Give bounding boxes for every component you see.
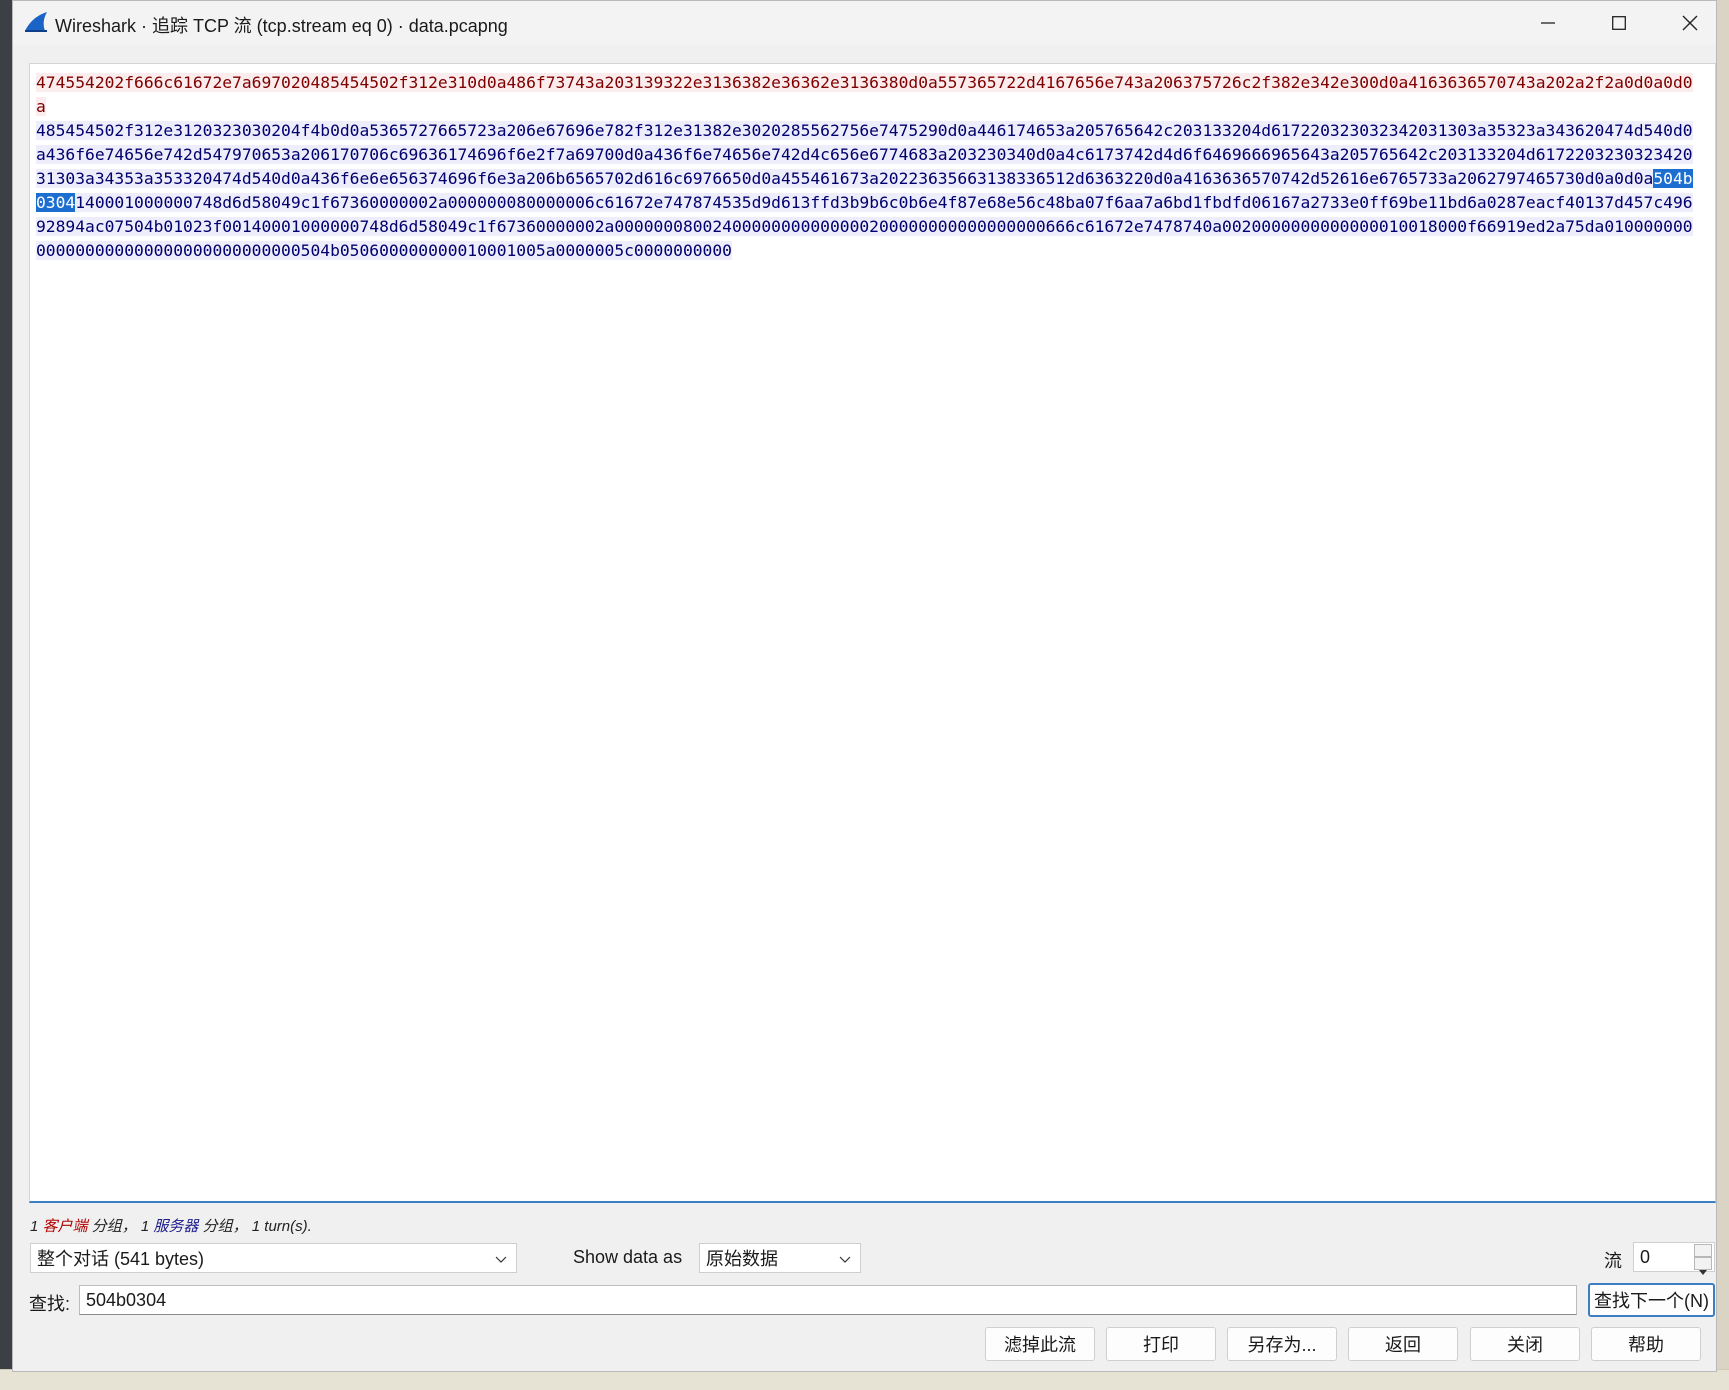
stream-content-view[interactable]: 474554202f666c61672e7a697020485454502f31… <box>29 63 1716 1203</box>
close-window-button[interactable] <box>1655 1 1725 45</box>
spin-down-button[interactable] <box>1694 1257 1712 1275</box>
print-button[interactable]: 打印 <box>1106 1327 1216 1361</box>
chevron-down-icon <box>495 1256 507 1263</box>
desktop-background-left <box>0 0 12 1389</box>
maximize-button[interactable] <box>1584 1 1654 45</box>
close-button[interactable]: 关闭 <box>1470 1327 1580 1361</box>
stream-text[interactable]: 474554202f666c61672e7a697020485454502f31… <box>36 71 1696 263</box>
minimize-icon <box>1541 22 1555 24</box>
data-format-select[interactable]: 原始数据 <box>699 1243 861 1273</box>
title-bar: Wireshark · 追踪 TCP 流 (tcp.stream eq 0) ·… <box>13 1 1716 45</box>
turns-count: 1 turn(s). <box>251 1218 312 1235</box>
stream-number-label: 流 <box>1604 1251 1622 1271</box>
back-button[interactable]: 返回 <box>1348 1327 1458 1361</box>
show-data-as-label: Show data as <box>573 1247 683 1267</box>
client-label: 客户端 <box>42 1218 88 1235</box>
stream-number-spinbox[interactable]: 0 <box>1633 1242 1715 1275</box>
server-data-after: 140001000000748d6d58049c1f67360000002a00… <box>36 193 1693 260</box>
window-title: Wireshark · 追踪 TCP 流 (tcp.stream eq 0) ·… <box>55 16 508 36</box>
chevron-down-icon <box>839 1256 851 1263</box>
wireshark-fin-icon <box>25 12 47 32</box>
data-format-value: 原始数据 <box>706 1249 778 1269</box>
summary-separator-1: 分组， <box>91 1218 137 1235</box>
client-data: 474554202f666c61672e7a697020485454502f31… <box>36 73 1693 116</box>
server-count: 1 <box>140 1218 150 1235</box>
help-button[interactable]: 帮助 <box>1591 1327 1701 1361</box>
desktop-background-right <box>1717 0 1729 1389</box>
close-icon <box>1682 15 1698 31</box>
spin-up-button[interactable] <box>1694 1244 1712 1262</box>
stream-summary: 1 客户端 分组， 1 服务器 分组， 1 turn(s). <box>30 1215 312 1236</box>
caret-down-icon <box>1699 1270 1707 1275</box>
server-data-before: 485454502f312e3120323030204f4b0d0a536572… <box>36 121 1693 188</box>
taskbar <box>0 1369 1729 1390</box>
follow-tcp-stream-window: Wireshark · 追踪 TCP 流 (tcp.stream eq 0) ·… <box>12 0 1717 1372</box>
stream-number-value: 0 <box>1640 1247 1651 1267</box>
server-label: 服务器 <box>153 1218 199 1235</box>
client-count: 1 <box>30 1218 39 1235</box>
summary-separator-2: 分组， <box>202 1218 248 1235</box>
find-input[interactable] <box>79 1285 1577 1315</box>
server-data: 485454502f312e3120323030204f4b0d0a536572… <box>36 121 1693 260</box>
conversation-select[interactable]: 整个对话 (541 bytes) <box>30 1243 517 1273</box>
filter-out-stream-button[interactable]: 滤掉此流 <box>985 1327 1095 1361</box>
find-next-button[interactable]: 查找下一个(N) <box>1588 1283 1715 1317</box>
maximize-icon <box>1612 16 1626 30</box>
save-as-button[interactable]: 另存为... <box>1227 1327 1337 1361</box>
conversation-value: 整个对话 (541 bytes) <box>37 1249 205 1269</box>
minimize-button[interactable] <box>1513 1 1583 45</box>
find-label: 查找: <box>29 1294 71 1314</box>
